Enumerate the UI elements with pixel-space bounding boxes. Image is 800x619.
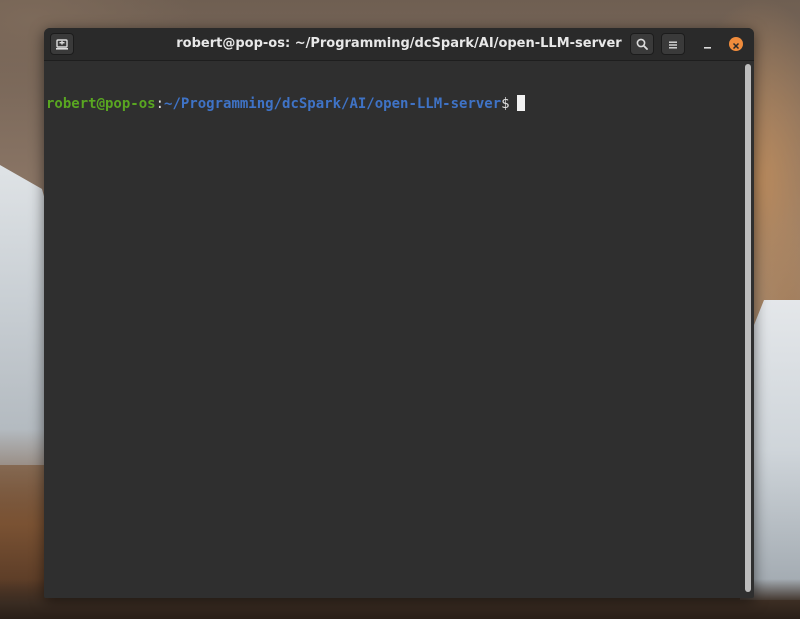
new-tab-button[interactable] — [50, 33, 74, 55]
search-icon — [636, 35, 648, 54]
prompt-symbol: $ — [501, 96, 510, 112]
search-button[interactable] — [630, 33, 654, 55]
terminal-output-area[interactable]: robert@pop-os:~/Programming/dcSpark/AI/o… — [44, 61, 744, 598]
minimize-button[interactable] — [698, 34, 718, 54]
prompt-user-host: robert@pop-os — [46, 96, 156, 112]
prompt-separator: : — [155, 96, 165, 112]
menu-button[interactable] — [661, 33, 685, 55]
terminal-window: robert@pop-os: ~/Programming/dcSpark/AI/… — [44, 28, 754, 598]
close-icon — [732, 35, 740, 54]
prompt-path: ~/Programming/dcSpark/AI/open-LLM-server — [164, 96, 502, 112]
minimize-icon — [703, 35, 713, 54]
prompt-line: robert@pop-os:~/Programming/dcSpark/AI/o… — [46, 95, 744, 113]
text-cursor — [516, 95, 525, 111]
vertical-scrollbar[interactable] — [745, 64, 751, 592]
hamburger-menu-icon — [668, 35, 678, 54]
new-tab-icon — [56, 35, 68, 54]
title-bar[interactable]: robert@pop-os: ~/Programming/dcSpark/AI/… — [44, 28, 754, 61]
close-button[interactable] — [729, 37, 743, 51]
